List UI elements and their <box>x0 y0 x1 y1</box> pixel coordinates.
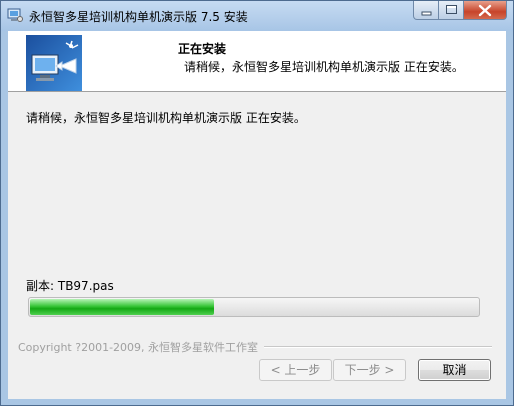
installer-window: 永恒智多星培训机构单机演示版 7.5 安装 正在安装 请稍候，永恒智多星培训机构… <box>0 0 514 406</box>
maximize-button[interactable] <box>439 1 464 20</box>
cancel-button[interactable]: 取消 <box>418 359 491 381</box>
copyright-text: Copyright ?2001-2009, 永恒智多星软件工作室 <box>18 339 265 355</box>
header-subtitle: 请稍候，永恒智多星培训机构单机演示版 正在安装。 <box>184 60 464 74</box>
minimize-icon <box>421 11 432 16</box>
installer-computer-icon[interactable] <box>7 7 23 23</box>
window-title: 永恒智多星培训机构单机演示版 7.5 安装 <box>29 10 248 24</box>
header-banner: 正在安装 请稍候，永恒智多星培训机构单机演示版 正在安装。 <box>8 31 506 92</box>
back-button[interactable]: < 上一步 <box>259 359 332 381</box>
install-status-text: 请稍候，永恒智多星培训机构单机演示版 正在安装。 <box>26 111 306 125</box>
client-area: 正在安装 请稍候，永恒智多星培训机构单机演示版 正在安装。 请稍候，永恒智多星培… <box>8 31 506 399</box>
header-title: 正在安装 <box>178 42 227 56</box>
install-progress-bar <box>28 297 480 317</box>
install-monitor-arrow-icon <box>26 35 82 91</box>
maximize-icon <box>446 5 457 14</box>
close-button[interactable] <box>464 1 507 20</box>
close-icon <box>478 4 492 17</box>
current-file-label: 副本: TB97.pas <box>26 279 114 293</box>
progress-fill <box>30 299 214 315</box>
next-button[interactable]: 下一步 > <box>333 359 406 381</box>
minimize-button[interactable] <box>413 1 439 20</box>
title-bar[interactable]: 永恒智多星培训机构单机演示版 7.5 安装 <box>1 1 513 31</box>
window-controls <box>413 1 507 21</box>
